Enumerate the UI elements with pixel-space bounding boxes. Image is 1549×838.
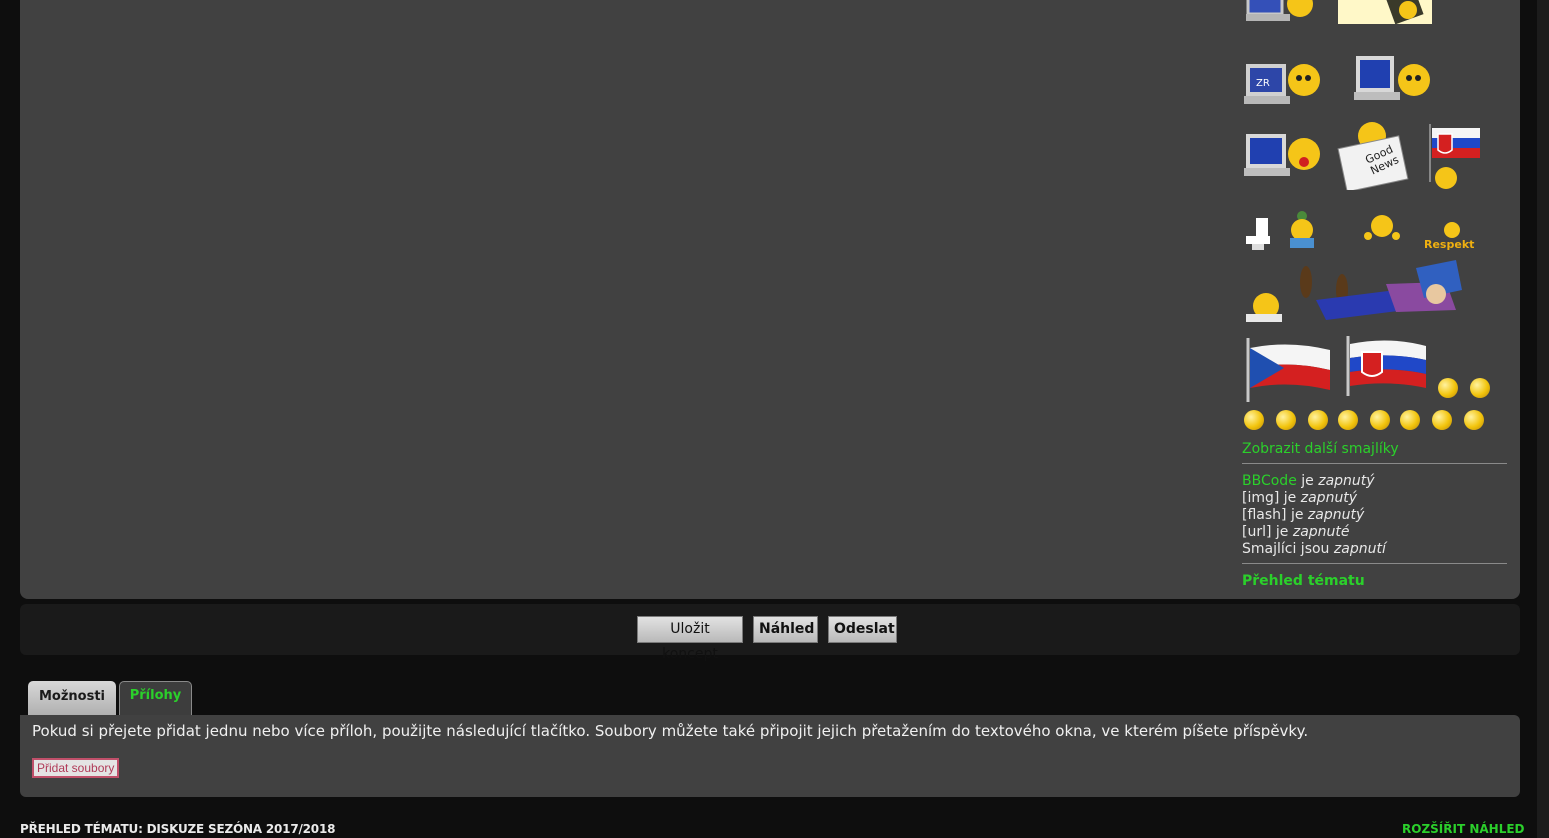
save-draft-button[interactable]: Uložit koncept [637, 616, 743, 662]
toilet-smiley-icon[interactable] [1244, 216, 1274, 252]
bbcode-state: zapnutý [1318, 473, 1375, 489]
surprised-smiley-icon[interactable] [1308, 410, 1328, 430]
peeking-smiley-icon[interactable] [1362, 214, 1402, 244]
smilies-box: ZR Good News Respekt [1242, 0, 1508, 430]
cool-smiley-icon[interactable] [1370, 410, 1390, 430]
preview-button[interactable]: Náhled [753, 616, 818, 643]
sign-smiley-icon[interactable] [1338, 0, 1432, 24]
wink-smiley-icon[interactable] [1464, 410, 1484, 430]
editor-sidebar: ZR Good News Respekt Zobrazit další smaj… [1242, 0, 1508, 590]
bbcode-status: BBCode je zapnutý [img] je zapnutý [flas… [1242, 473, 1386, 558]
add-files-button[interactable]: Přidat soubory [32, 758, 120, 778]
tab-attachments[interactable]: Přílohy [119, 681, 192, 715]
bbcode-link[interactable]: BBCode [1242, 473, 1297, 489]
mad-smiley-icon[interactable] [1400, 410, 1420, 430]
good-news-smiley-icon[interactable]: Good News [1332, 120, 1412, 190]
flash-label: [flash] je [1242, 507, 1308, 523]
page-scrollbar-track[interactable] [1537, 0, 1549, 838]
slovak-flag-smiley-icon[interactable] [1426, 122, 1486, 190]
confused-smiley-icon[interactable] [1338, 410, 1358, 430]
slovak-flag-icon[interactable] [1344, 336, 1430, 396]
smilies-state: zapnutí [1333, 541, 1386, 557]
smile-smiley-icon[interactable] [1244, 410, 1264, 430]
img-state: zapnutý [1300, 490, 1358, 506]
computer-smiley-icon[interactable] [1244, 130, 1324, 182]
url-label: [url] je [1242, 524, 1293, 540]
smilies-label: Smajlíci jsou [1242, 541, 1334, 557]
sleeping-reader-smiley-icon[interactable] [1296, 260, 1462, 326]
divider [1242, 563, 1507, 564]
submit-button[interactable]: Odeslat [828, 616, 897, 643]
grin-smiley-icon[interactable] [1470, 378, 1490, 398]
url-state: zapnuté [1292, 524, 1350, 540]
bbcode-label: je [1296, 473, 1319, 489]
attachments-panel: Pokud si přejete přidat jednu nebo více … [20, 715, 1520, 797]
flash-state: zapnutý [1307, 507, 1365, 523]
computer-smiley-icon[interactable] [1244, 0, 1314, 22]
computer-smiley-icon[interactable] [1352, 52, 1434, 108]
img-label: [img] je [1242, 490, 1301, 506]
coffee-smiley-icon[interactable] [1244, 292, 1286, 326]
biggrin-smiley-icon[interactable] [1276, 410, 1296, 430]
computer-smiley-icon[interactable]: ZR [1244, 58, 1324, 112]
respekt-smiley-icon[interactable]: Respekt [1422, 222, 1480, 252]
topic-review-link[interactable]: Přehled tématu [1242, 573, 1365, 589]
svg-text:ZR: ZR [1256, 78, 1270, 89]
more-smilies-link[interactable]: Zobrazit další smajlíky [1242, 441, 1399, 457]
svg-text:Respekt: Respekt [1424, 238, 1474, 251]
divider [1242, 463, 1507, 464]
razz-smiley-icon[interactable] [1432, 410, 1452, 430]
topic-review-title: PŘEHLED TÉMATU: DISKUZE SEZÓNA 2017/2018 [20, 822, 336, 836]
czech-flag-icon[interactable] [1244, 338, 1334, 402]
submit-buttons-panel: Uložit koncept Náhled Odeslat [20, 604, 1520, 662]
smiley-on-toilet-icon[interactable] [1284, 208, 1320, 252]
laughing-smiley-icon[interactable] [1438, 378, 1458, 398]
attachments-info: Pokud si přejete přidat jednu nebo více … [32, 722, 1309, 740]
expand-view-link[interactable]: ROZŠÍŘIT NÁHLED [1402, 822, 1525, 836]
tab-options[interactable]: Možnosti [28, 681, 116, 715]
editor-panel: ZR Good News Respekt Zobrazit další smaj… [20, 0, 1520, 599]
